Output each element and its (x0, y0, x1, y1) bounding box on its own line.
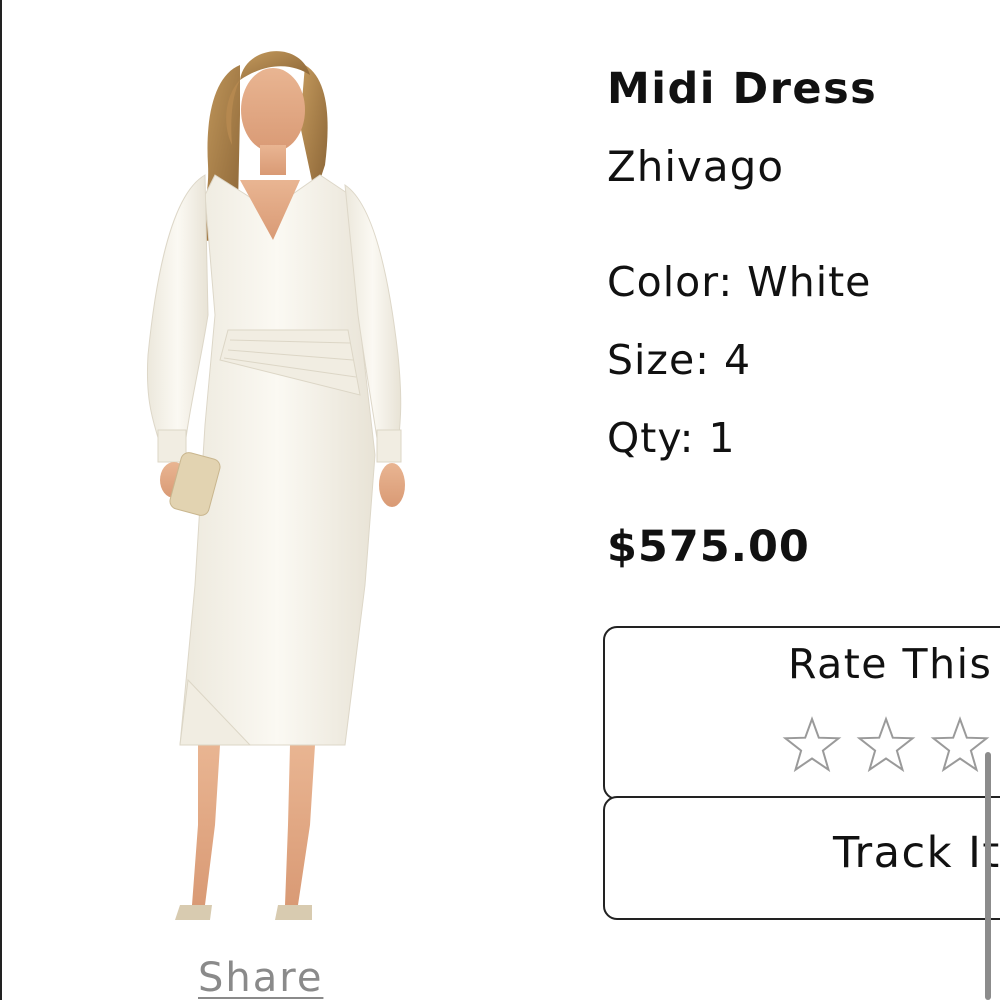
product-title: Midi Dress (607, 64, 878, 114)
product-quantity: Qty: 1 (607, 414, 736, 462)
rate-this-label: Rate This (788, 640, 993, 688)
product-detail-page: Share Midi Dress Zhivago Color: White Si… (0, 0, 1000, 1000)
scrollbar[interactable] (985, 752, 991, 1000)
product-size: Size: 4 (607, 336, 752, 384)
share-link[interactable]: Share (198, 955, 323, 1000)
window-edge (0, 0, 2, 1000)
rate-this-card: Rate This (603, 626, 1000, 800)
product-brand: Zhivago (607, 142, 785, 191)
track-it-label: Track It (833, 828, 1000, 878)
star-outline-icon[interactable] (930, 716, 990, 776)
star-outline-icon[interactable] (782, 716, 842, 776)
product-price: $575.00 (607, 522, 810, 572)
star-outline-icon[interactable] (856, 716, 916, 776)
product-image[interactable] (120, 25, 430, 950)
track-it-button[interactable]: Track It (603, 796, 1000, 920)
product-color: Color: White (607, 258, 872, 306)
star-rating (782, 716, 1000, 776)
